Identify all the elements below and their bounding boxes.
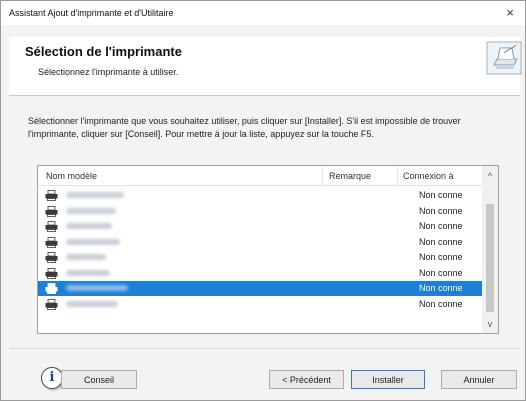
printer-icon (45, 190, 58, 201)
printer-connection-status: Non conne (419, 205, 463, 216)
printer-model-name-redacted (66, 192, 124, 198)
printer-icon (45, 267, 58, 279)
printer-connection-status: Non conne (419, 267, 463, 278)
printer-connection-status: Non conne (419, 236, 463, 247)
printer-connection-status: Non conne (419, 190, 463, 200)
printer-list-row[interactable]: Non conne (38, 235, 482, 250)
printer-model-name-redacted (66, 285, 128, 291)
page-subtitle: Sélectionnez l'imprimante à utiliser. (38, 67, 179, 77)
instructions-text: Sélectionner l'imprimante que vous souha… (28, 116, 461, 139)
printer-icon (45, 252, 58, 263)
column-header-model[interactable]: Nom modèle (46, 171, 97, 181)
list-scrollbar[interactable]: ^ v (482, 166, 498, 333)
printer-list[interactable]: Nom modèle Remarque Connexion à Non conn… (37, 165, 499, 334)
printer-connection-status: Non conne (419, 283, 463, 293)
printer-list-row[interactable]: Non conne (38, 297, 482, 312)
column-header-connection[interactable]: Connexion à (403, 171, 454, 181)
dialog-window: Assistant Ajout d'imprimante et d'Utilit… (0, 0, 526, 401)
printer-list-row[interactable]: Non conne (38, 219, 482, 234)
scroll-thumb[interactable] (486, 204, 494, 312)
printer-connection-status: Non conne (419, 298, 463, 309)
previous-button[interactable]: < Précédent (269, 370, 344, 389)
list-header: Nom modèle Remarque Connexion à (38, 166, 482, 186)
printer-icon (45, 205, 58, 217)
page-title: Sélection de l'imprimante (25, 44, 182, 59)
printer-icon (45, 298, 58, 310)
header-panel: Sélection de l'imprimante Sélectionnez l… (9, 37, 522, 96)
printer-model-name-redacted (66, 269, 110, 276)
install-button[interactable]: Installer (351, 370, 425, 389)
printer-model-name-redacted (66, 238, 120, 245)
scroll-up-icon[interactable]: ^ (482, 168, 498, 184)
conseil-button[interactable]: Conseil (61, 370, 137, 389)
printer-list-row[interactable]: Non conne (38, 281, 482, 296)
printer-icon (45, 236, 58, 248)
printer-model-name-redacted (66, 207, 116, 214)
printer-list-row[interactable]: Non conne (38, 204, 482, 219)
printer-model-name-redacted (66, 223, 112, 229)
printer-list-row[interactable]: Non conne (38, 250, 482, 265)
footer-divider (9, 348, 520, 349)
printer-wizard-icon (486, 41, 522, 75)
column-divider[interactable] (322, 166, 323, 185)
printer-connection-status: Non conne (419, 221, 463, 231)
cancel-button[interactable]: Annuler (441, 370, 517, 389)
printer-connection-status: Non conne (419, 252, 463, 262)
printer-list-row[interactable]: Non conne (38, 266, 482, 281)
printer-model-name-redacted (66, 300, 118, 307)
printer-icon (45, 283, 58, 294)
info-icon: i (41, 367, 63, 389)
printer-model-name-redacted (66, 254, 106, 260)
close-icon[interactable]: × (495, 1, 525, 25)
title-bar: Assistant Ajout d'imprimante et d'Utilit… (1, 1, 525, 25)
column-divider[interactable] (397, 166, 398, 185)
printer-icon (45, 221, 58, 232)
printer-list-row[interactable]: Non conne (38, 188, 482, 203)
column-header-remark[interactable]: Remarque (329, 171, 371, 181)
window-title: Assistant Ajout d'imprimante et d'Utilit… (9, 8, 174, 18)
scroll-down-icon[interactable]: v (482, 316, 498, 332)
